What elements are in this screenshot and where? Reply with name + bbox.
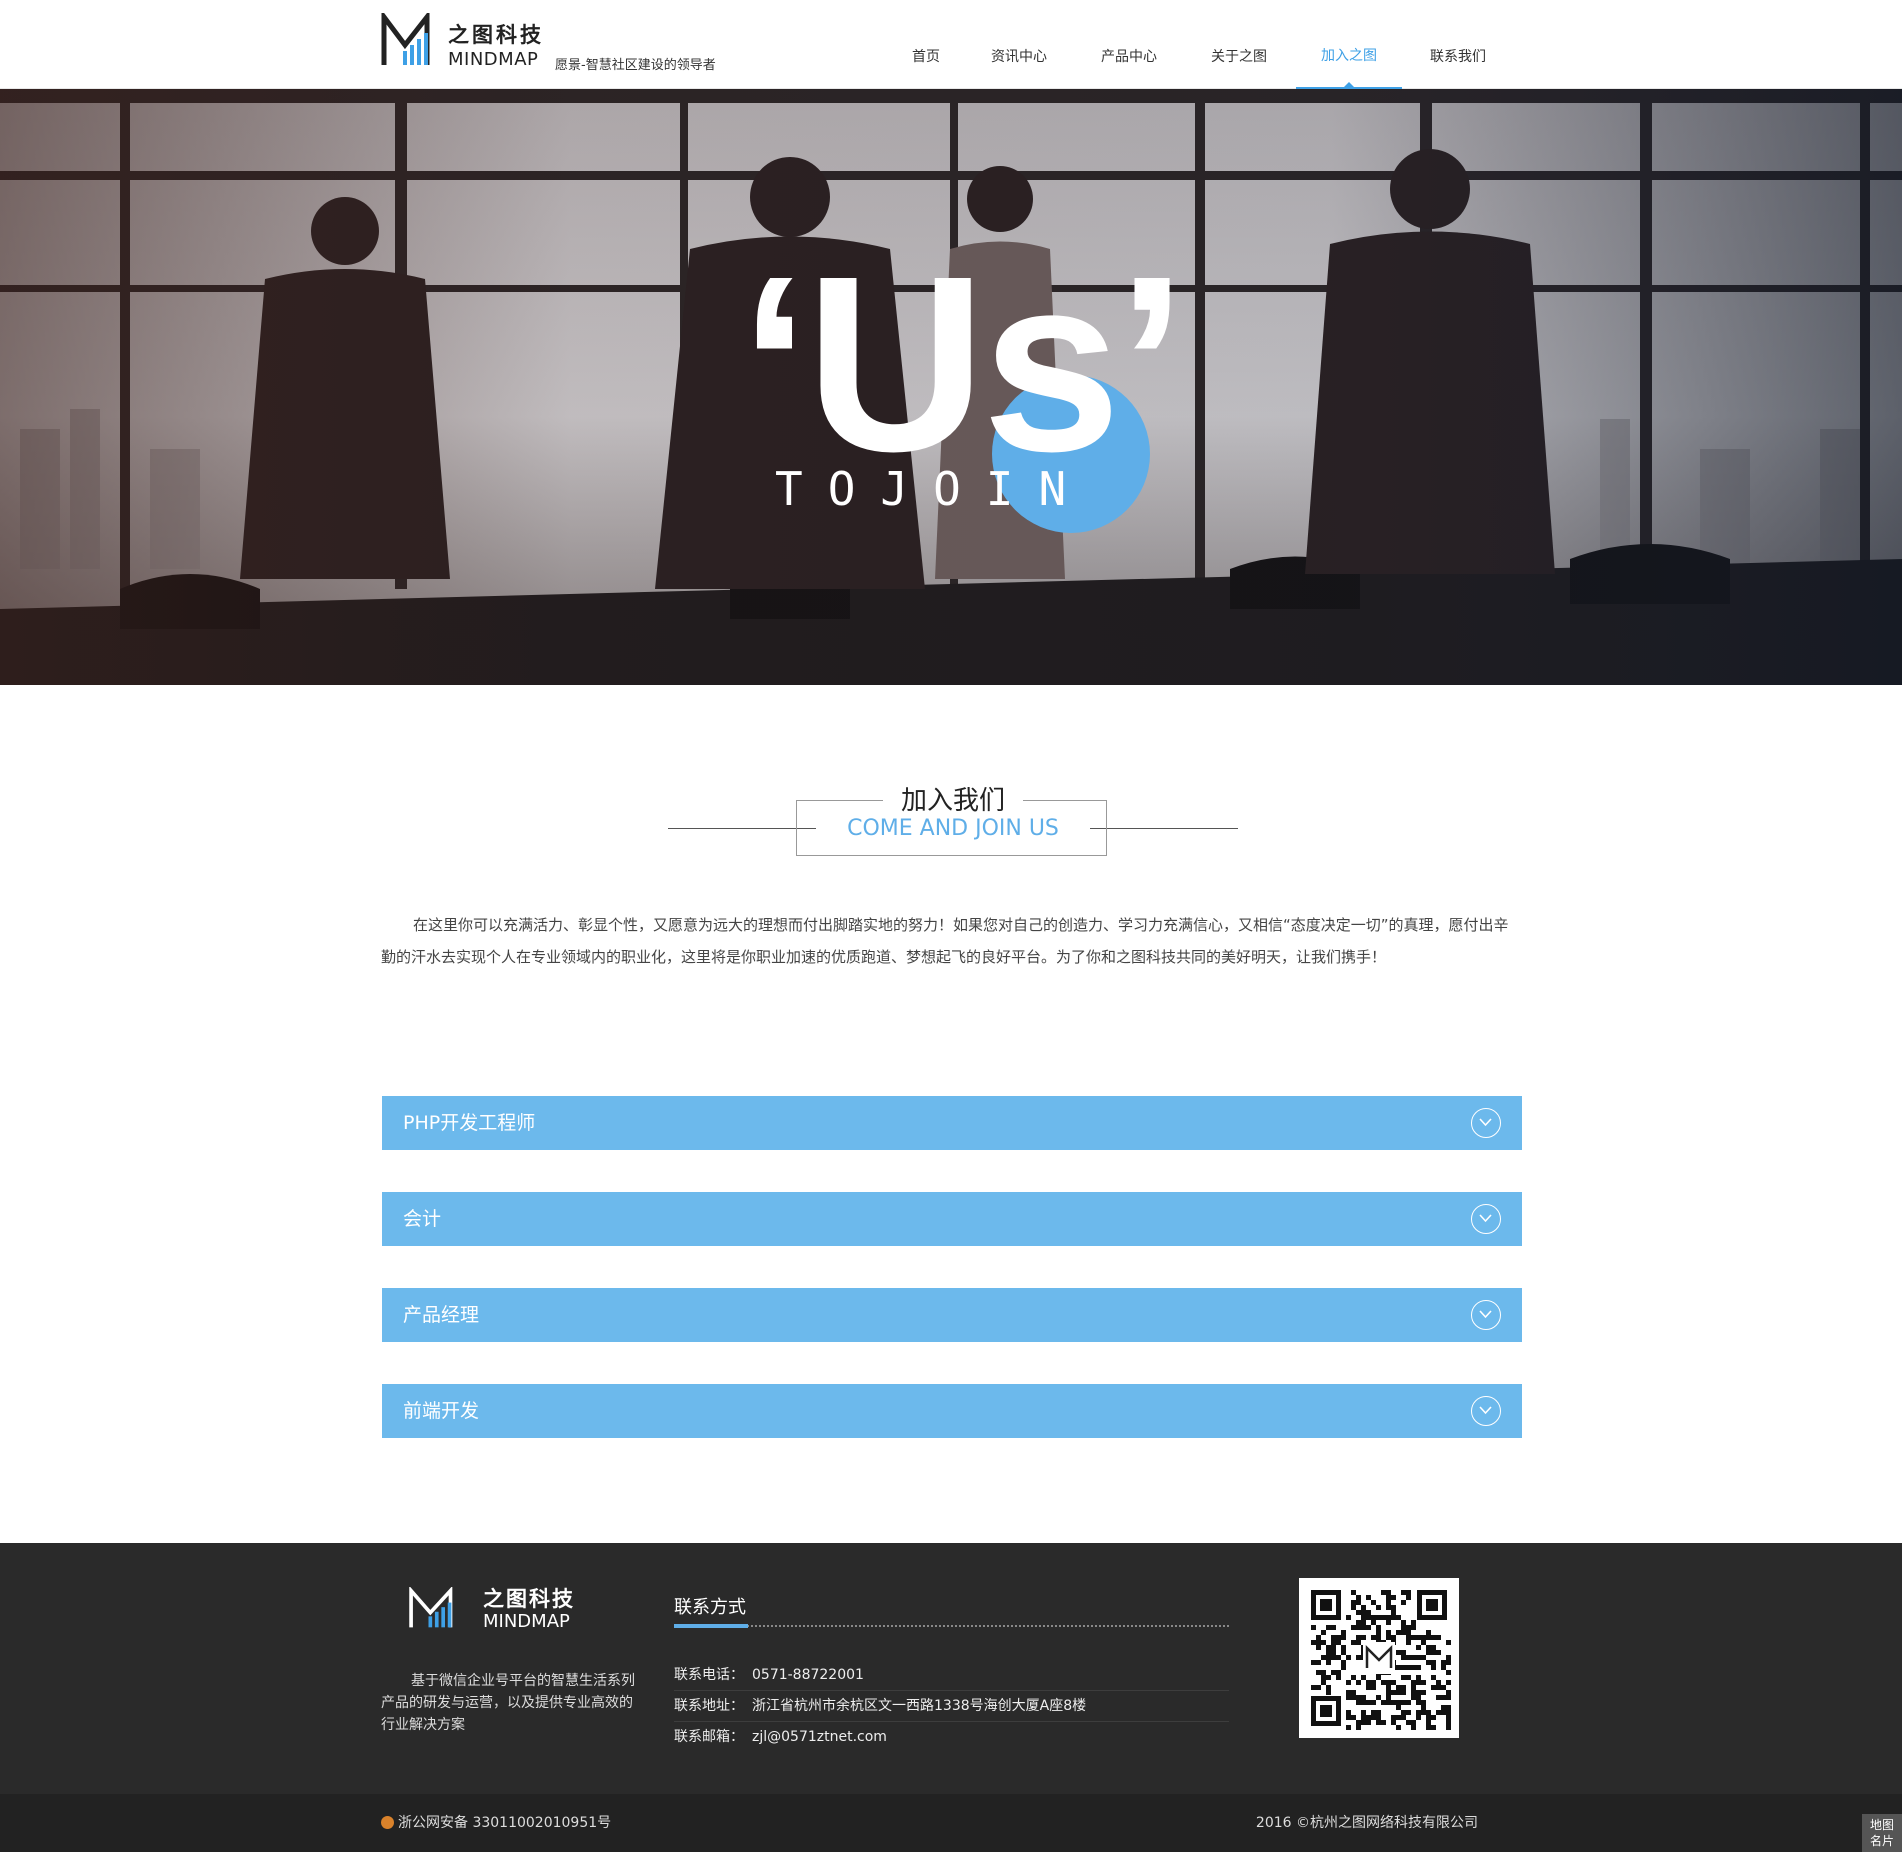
job-accordion-product-manager[interactable]: 产品经理 <box>382 1288 1522 1342</box>
hero-banner: ‘Us’ TOJOIN <box>0 89 1902 685</box>
map-card-button[interactable]: 地图 名片 <box>1862 1814 1902 1852</box>
job-title: PHP开发工程师 <box>403 1112 536 1134</box>
section-title: 加入我们 COME AND JOIN US <box>668 780 1238 860</box>
job-title: 前端开发 <box>403 1400 480 1422</box>
footer-contact-highlight <box>674 1624 748 1628</box>
chevron-down-circle-icon[interactable] <box>1471 1204 1501 1234</box>
site-footer: 之图科技 MINDMAP 基于微信企业号平台的智慧生活系列产品的研发与运营，以及… <box>0 1543 1902 1794</box>
copyright: 2016 ©杭州之图网络科技有限公司 <box>1255 1815 1478 1831</box>
mindmap-logo-icon <box>409 1587 453 1628</box>
chevron-down-circle-icon[interactable] <box>1471 1396 1501 1426</box>
brand-name-en: MINDMAP <box>448 49 539 70</box>
qr-code <box>1299 1578 1459 1738</box>
footer-contact-divider <box>674 1625 1229 1627</box>
brand-slogan: 愿景-智慧社区建设的领导者 <box>555 58 716 73</box>
job-title: 产品经理 <box>403 1304 480 1326</box>
footer-contact-title: 联系方式 <box>674 1597 746 1618</box>
join-intro-text: 在这里你可以充满活力、彰显个性，又愿意为远大的理想而付出脚踏实地的努力！如果您对… <box>381 916 1509 966</box>
main-nav: 首页 资讯中心 产品中心 关于之图 加入之图 联系我们 <box>890 0 1514 90</box>
chevron-down-circle-icon[interactable] <box>1471 1300 1501 1330</box>
footer-description: 基于微信企业号平台的智慧生活系列产品的研发与运营，以及提供专业高效的行业解决方案 <box>381 1673 635 1733</box>
contact-address: 联系地址： 浙江省杭州市余杭区文一西路1338号海创大厦A座8楼 <box>674 1691 1229 1722</box>
section-title-cn: 加入我们 <box>882 786 1023 816</box>
hero-headline: ‘Us’ <box>740 224 1186 503</box>
nav-contact[interactable]: 联系我们 <box>1402 0 1514 89</box>
job-accordion-php[interactable]: PHP开发工程师 <box>382 1096 1522 1150</box>
footer-logo[interactable]: 之图科技 MINDMAP <box>408 1583 608 1633</box>
icp-record[interactable]: 浙公网安备 33011002010951号 <box>381 1794 611 1852</box>
hero-subheadline: TOJOIN <box>775 462 1092 516</box>
nav-news[interactable]: 资讯中心 <box>962 0 1076 89</box>
contact-email: 联系邮箱： zjl@0571ztnet.com <box>674 1729 887 1745</box>
job-accordion-frontend[interactable]: 前端开发 <box>382 1384 1522 1438</box>
brand-logo[interactable]: 之图科技 MINDMAP 愿景-智慧社区建设的领导者 <box>381 13 741 73</box>
nav-about[interactable]: 关于之图 <box>1182 0 1296 89</box>
site-header: 之图科技 MINDMAP 愿景-智慧社区建设的领导者 首页 资讯中心 产品中心 … <box>0 0 1902 90</box>
job-title: 会计 <box>403 1208 442 1230</box>
nav-join[interactable]: 加入之图 <box>1296 0 1402 90</box>
contact-phone: 联系电话： 0571-88722001 <box>674 1660 1229 1691</box>
section-title-en: COME AND JOIN US <box>831 816 1075 841</box>
police-badge-icon <box>381 1816 394 1829</box>
footer-brand-en: MINDMAP <box>483 1611 570 1632</box>
chevron-down-circle-icon[interactable] <box>1471 1108 1501 1138</box>
nav-products[interactable]: 产品中心 <box>1076 0 1182 89</box>
nav-home[interactable]: 首页 <box>890 0 962 89</box>
mindmap-logo-icon <box>381 13 430 65</box>
job-accordion-accountant[interactable]: 会计 <box>382 1192 1522 1246</box>
footer-bottom-bar: 浙公网安备 33011002010951号 2016 ©杭州之图网络科技有限公司… <box>0 1794 1902 1852</box>
footer-brand-cn: 之图科技 <box>483 1587 575 1611</box>
brand-name-cn: 之图科技 <box>448 23 544 47</box>
